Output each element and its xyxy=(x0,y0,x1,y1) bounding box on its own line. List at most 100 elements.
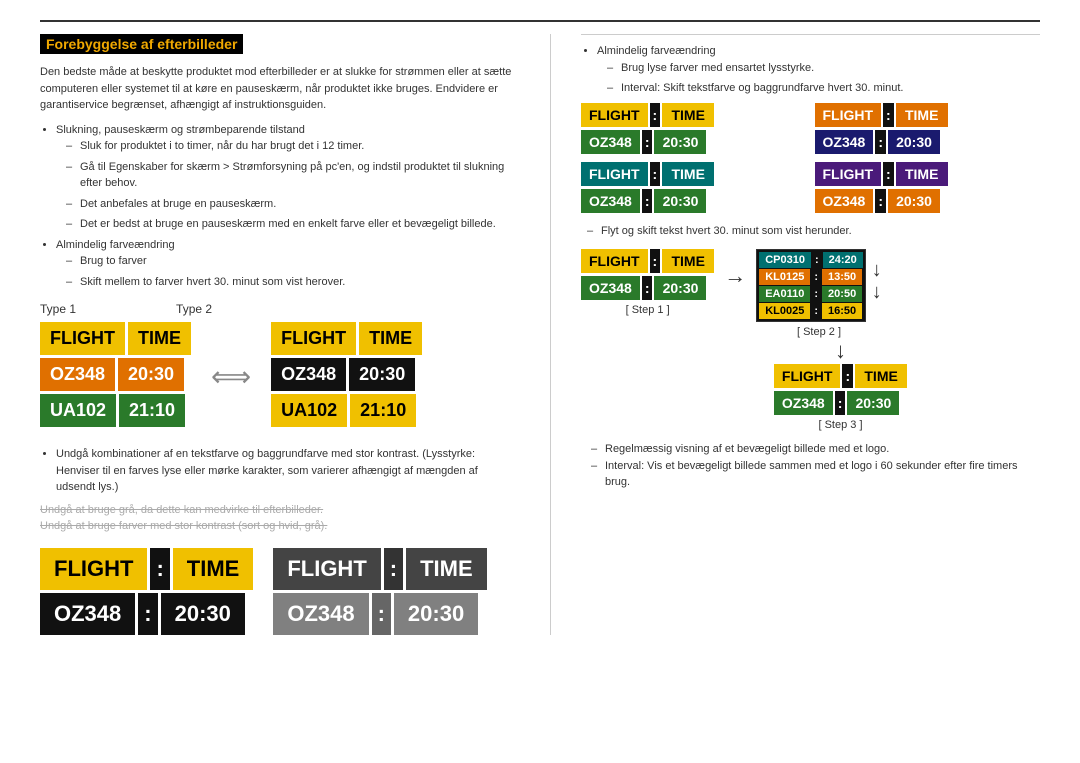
right-dash-2: Flyt og skift tekst hvert 30. minut som … xyxy=(601,223,1040,240)
sma-colon-h: : xyxy=(650,103,661,127)
sma-colon-d: : xyxy=(642,130,653,154)
sr4-code: KL0025 xyxy=(759,303,810,319)
smd-colon-h: : xyxy=(883,162,894,186)
type1-data-row1: OZ348 20:30 xyxy=(40,358,191,391)
type1-2110: 21:10 xyxy=(119,394,185,427)
s1-oz348: OZ348 xyxy=(581,276,640,300)
s3-colon-h: : xyxy=(842,364,853,388)
sr2-time: 13:50 xyxy=(822,269,862,285)
sma-time: TIME xyxy=(662,103,714,127)
sr1-time: 24:20 xyxy=(823,252,863,268)
sm-board-d: FLIGHT : TIME OZ348 : 20:30 xyxy=(815,162,1041,213)
sm-board-b-header: FLIGHT : TIME xyxy=(815,103,1041,127)
type1-label: Type 1 xyxy=(40,302,76,316)
right-dash-1: Brug lyse farver med ensartet lysstyrke. xyxy=(621,60,1040,77)
s1-colon-h: : xyxy=(650,249,661,273)
sm-board-d-header: FLIGHT : TIME xyxy=(815,162,1041,186)
lb1-colon-header: : xyxy=(150,548,169,590)
sma-oz348: OZ348 xyxy=(581,130,640,154)
lb2-colon-data: : xyxy=(372,593,391,635)
smb-2030: 20:30 xyxy=(888,130,940,154)
type2-header-row: FLIGHT TIME xyxy=(271,322,422,355)
s3-colon-d: : xyxy=(835,391,846,415)
type2-label: Type 2 xyxy=(176,302,212,316)
steps-area: FLIGHT : TIME OZ348 : 20:30 [ Step 1 ] → xyxy=(581,249,1040,338)
sm-board-c-data: OZ348 : 20:30 xyxy=(581,189,807,213)
type1-2030: 20:30 xyxy=(118,358,184,391)
dash-item-4b: Skift mellem to farver hvert 30. minut s… xyxy=(80,274,520,291)
scroll-row-4: KL0025 : 16:50 xyxy=(759,303,863,319)
smd-oz348: OZ348 xyxy=(815,189,874,213)
sm-board-d-data: OZ348 : 20:30 xyxy=(815,189,1041,213)
down-arrows-icon: ↓ ↓ xyxy=(872,259,882,322)
swap-arrow-icon: ⟺ xyxy=(211,360,251,393)
type2-data-row2: UA102 21:10 xyxy=(271,394,422,427)
smc-colon-d: : xyxy=(642,189,653,213)
step1-col: FLIGHT : TIME OZ348 : 20:30 [ Step 1 ] xyxy=(581,249,714,316)
s3-time: TIME xyxy=(855,364,907,388)
sm-board-a-header: FLIGHT : TIME xyxy=(581,103,807,127)
s1-colon-d: : xyxy=(642,276,653,300)
dash-item-3: Det anbefales at bruge en pauseskærm. xyxy=(80,196,520,213)
lb2-oz348: OZ348 xyxy=(273,593,368,635)
s1-2030: 20:30 xyxy=(654,276,706,300)
sma-2030: 20:30 xyxy=(654,130,706,154)
large-board2-header: FLIGHT : TIME xyxy=(273,548,486,590)
top-rule xyxy=(40,20,1040,22)
smc-colon-h: : xyxy=(650,162,661,186)
smb-colon-h: : xyxy=(883,103,894,127)
type2-board: FLIGHT TIME OZ348 20:30 UA102 21:10 xyxy=(271,322,422,430)
smd-time: TIME xyxy=(896,162,948,186)
sub-dash-list-1: Sluk for produktet i to timer, når du ha… xyxy=(80,138,520,233)
sm-board-b: FLIGHT : TIME OZ348 : 20:30 xyxy=(815,103,1041,154)
dash-item-2: Gå til Egenskaber for skærm > Strømforsy… xyxy=(80,159,520,192)
type2-header-flight: FLIGHT xyxy=(271,322,356,355)
scroll-row-3: EA0110 : 20:50 xyxy=(759,286,863,302)
step3-data: OZ348 : 20:30 xyxy=(774,391,907,415)
final-dash-1b: Interval: Vis et bevægeligt billede samm… xyxy=(605,458,1040,491)
lb2-flight: FLIGHT xyxy=(273,548,380,590)
step3-arrow-area: ↓ FLIGHT : TIME OZ348 : 20:30 [ Step 3 ] xyxy=(641,338,1040,431)
sr3-code: EA0110 xyxy=(759,286,810,302)
vertical-divider xyxy=(550,34,551,635)
content-area: Forebyggelse af efterbilleder Den bedste… xyxy=(40,34,1040,635)
sr1-code: CP0310 xyxy=(759,252,811,268)
sm-board-b-data: OZ348 : 20:30 xyxy=(815,130,1041,154)
smb-oz348: OZ348 xyxy=(815,130,874,154)
sma-flight: FLIGHT xyxy=(581,103,648,127)
lb1-2030: 20:30 xyxy=(161,593,245,635)
step2-label: [ Step 2 ] xyxy=(797,326,841,338)
step1-board: FLIGHT : TIME OZ348 : 20:30 xyxy=(581,249,714,300)
sub-dash-list-2: Brug to farver Skift mellem to farver hv… xyxy=(80,253,520,290)
step1-label: [ Step 1 ] xyxy=(626,304,670,316)
s3-oz348: OZ348 xyxy=(774,391,833,415)
dash-item-1: Sluk for produktet i to timer, når du ha… xyxy=(80,138,520,155)
s1-flight: FLIGHT xyxy=(581,249,648,273)
smd-2030: 20:30 xyxy=(888,189,940,213)
types-row: FLIGHT TIME OZ348 20:30 UA102 21:10 ⟺ xyxy=(40,322,520,430)
main-bullet-list: Slukning, pauseskærm og strømbeparende t… xyxy=(56,122,520,291)
type-labels-row: Type 1 Type 2 xyxy=(40,302,520,316)
right-bullet-1: Almindelig farveændring Brug lyse farver… xyxy=(597,43,1040,97)
final-dash-1: Regelmæssig visning af et bevægeligt bil… xyxy=(605,441,1040,458)
smc-time: TIME xyxy=(662,162,714,186)
s3-flight: FLIGHT xyxy=(774,364,841,388)
sm-boards-grid: FLIGHT : TIME OZ348 : 20:30 FLIGHT : xyxy=(581,103,1040,213)
large-board1-data: OZ348 : 20:30 xyxy=(40,593,253,635)
large-board-1: FLIGHT : TIME OZ348 : 20:30 xyxy=(40,548,253,635)
dash-item-4: Brug to farver xyxy=(80,253,520,270)
lb2-2030: 20:30 xyxy=(394,593,478,635)
sr3-time: 20:50 xyxy=(822,286,862,302)
avoid-item: Undgå kombinationer af en tekstfarve og … xyxy=(56,446,520,496)
large-board2-data: OZ348 : 20:30 xyxy=(273,593,486,635)
sm-board-a: FLIGHT : TIME OZ348 : 20:30 xyxy=(581,103,807,154)
sm-board-a-data: OZ348 : 20:30 xyxy=(581,130,807,154)
type2-ua102: UA102 xyxy=(271,394,347,427)
scroll-row-2: KL0125 : 13:50 xyxy=(759,269,863,285)
type2-2030: 20:30 xyxy=(349,358,415,391)
top-divider-right xyxy=(581,34,1040,35)
type1-data-row2: UA102 21:10 xyxy=(40,394,191,427)
step1-header: FLIGHT : TIME xyxy=(581,249,714,273)
sr4-time: 16:50 xyxy=(822,303,862,319)
grayed-text-2: Undgå at bruge farver med stor kontrast … xyxy=(40,520,520,532)
